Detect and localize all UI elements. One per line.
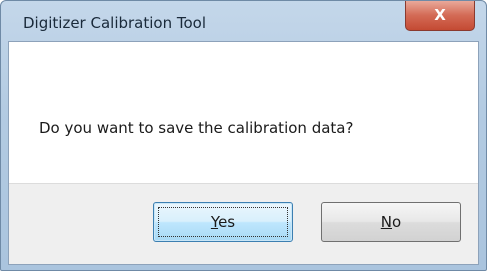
no-label-rest: o xyxy=(392,213,402,231)
yes-button[interactable]: Yes xyxy=(153,202,293,242)
dialog-window: Digitizer Calibration Tool X Do you want… xyxy=(0,0,487,271)
close-button[interactable]: X xyxy=(405,1,475,31)
window-title: Digitizer Calibration Tool xyxy=(23,14,207,32)
title-bar[interactable]: Digitizer Calibration Tool X xyxy=(1,1,486,41)
dialog-client-area: Do you want to save the calibration data… xyxy=(8,41,479,265)
yes-accelerator: Y xyxy=(210,213,219,231)
button-bar: Yes No xyxy=(9,183,478,264)
yes-label-rest: es xyxy=(218,213,236,231)
message-area: Do you want to save the calibration data… xyxy=(9,42,478,183)
no-button[interactable]: No xyxy=(321,202,461,242)
close-icon: X xyxy=(434,6,446,24)
dialog-message: Do you want to save the calibration data… xyxy=(39,119,354,137)
no-accelerator: N xyxy=(380,213,393,231)
